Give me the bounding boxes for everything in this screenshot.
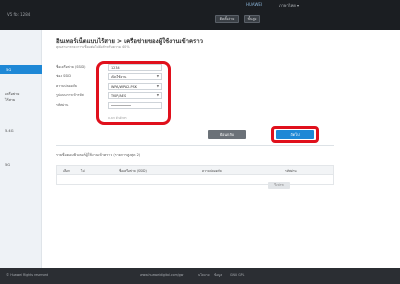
sidebar-item-5-4g[interactable]: 5.4G <box>5 129 14 133</box>
footer-link-gpl[interactable]: GNU GPL <box>230 273 244 277</box>
password-label: รหัสผ่าน <box>56 103 69 107</box>
footer-link-site[interactable]: www.huaweidigital.com/gw <box>140 273 183 277</box>
sidebar: 5G เครือข่าย ไร้สาย 5.4G 5G <box>0 30 42 268</box>
sidebar-item-5g[interactable]: 5G <box>5 163 10 167</box>
column-no: ไม่ <box>81 169 85 173</box>
page-subtitle: คุณสามารถจะการเชื่อมต่อไปยังสำหรับความ 4… <box>56 45 130 49</box>
highlight-ring-form <box>96 61 171 125</box>
footer: © Huawei Rights reserved www.huaweidigit… <box>0 268 400 284</box>
quick-setup-button[interactable]: ติดตั้งง่าย <box>215 15 239 23</box>
column-select: เลือก <box>63 169 70 173</box>
refresh-button[interactable]: รีเฟรช <box>268 182 290 189</box>
main-content: อินเทอร์เน็ตแบบไร้สาย > เครือข่ายของผู้ใ… <box>56 30 400 268</box>
language-selector[interactable]: ภาษาไทย ▾ <box>279 2 299 9</box>
highlight-ring-next <box>271 126 319 143</box>
column-ssid: ชื่อเครือข่าย (SSID) <box>119 169 147 173</box>
sidebar-item-wireless[interactable]: ไร้สาย <box>5 97 15 103</box>
top-bar: V5 fb: 1284 HUAWEI ภาษาไทย ▾ ติดตั้งง่าย… <box>0 0 400 30</box>
encryption-label: รูปแบบการเข้ารหัส <box>56 93 84 97</box>
back-button[interactable]: ย้อนกลับ <box>208 130 246 139</box>
footer-copyright: © Huawei Rights reserved <box>6 273 49 277</box>
footer-link-policy[interactable]: นโยบาย <box>198 273 209 278</box>
column-password: รหัสผ่าน <box>285 169 297 173</box>
security-label: ความปลอดภัย <box>56 84 78 88</box>
divider <box>56 145 334 146</box>
sidebar-item-active[interactable]: 5G <box>0 65 42 74</box>
top-center-label[interactable]: HUAWEI <box>246 2 262 7</box>
list-title: รายชื่อคอมพิวเตอร์ผู้ใช้งานเข้าคราว (ราย… <box>56 153 141 157</box>
table-row <box>56 175 334 185</box>
advanced-button[interactable]: ขั้นสูง <box>244 15 260 23</box>
ssid-label: ชื่อเครือข่าย (SSID) <box>56 65 86 69</box>
band-label: ช่อง SSID <box>56 74 71 78</box>
footer-link-info[interactable]: ข้อมูล <box>214 273 222 278</box>
column-security: ความปลอดภัย <box>202 169 222 173</box>
device-brand: V5 fb: 1284 <box>7 12 31 17</box>
table-header: เลือก ไม่ ชื่อเครือข่าย (SSID) ความปลอดภ… <box>56 165 334 175</box>
